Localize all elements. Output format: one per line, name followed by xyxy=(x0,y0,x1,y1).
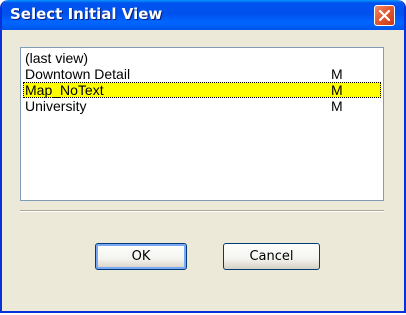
list-item-selected[interactable]: Map_NoText M xyxy=(23,82,381,98)
list-item[interactable]: (last view) xyxy=(23,50,381,66)
list-item[interactable]: Downtown Detail M xyxy=(23,66,381,82)
list-item-flag: M xyxy=(331,82,343,98)
list-item[interactable]: University M xyxy=(23,98,381,114)
close-button[interactable] xyxy=(374,5,395,26)
dialog-window: Select Initial View (last view) Downtown… xyxy=(0,0,406,313)
ok-button[interactable]: OK xyxy=(95,243,187,270)
list-item-name: Downtown Detail xyxy=(25,66,131,82)
title-bar[interactable]: Select Initial View xyxy=(2,0,404,30)
divider xyxy=(20,210,384,212)
dialog-title: Select Initial View xyxy=(10,5,163,23)
list-item-flag: M xyxy=(331,98,343,114)
list-item-flag: M xyxy=(331,66,343,82)
list-item-name: (last view) xyxy=(25,50,89,66)
close-icon xyxy=(379,10,390,21)
list-item-name: Map_NoText xyxy=(25,82,104,98)
cancel-button[interactable]: Cancel xyxy=(223,243,320,270)
list-item-name: University xyxy=(25,98,87,114)
view-list[interactable]: (last view) Downtown Detail M Map_NoText… xyxy=(20,47,384,201)
